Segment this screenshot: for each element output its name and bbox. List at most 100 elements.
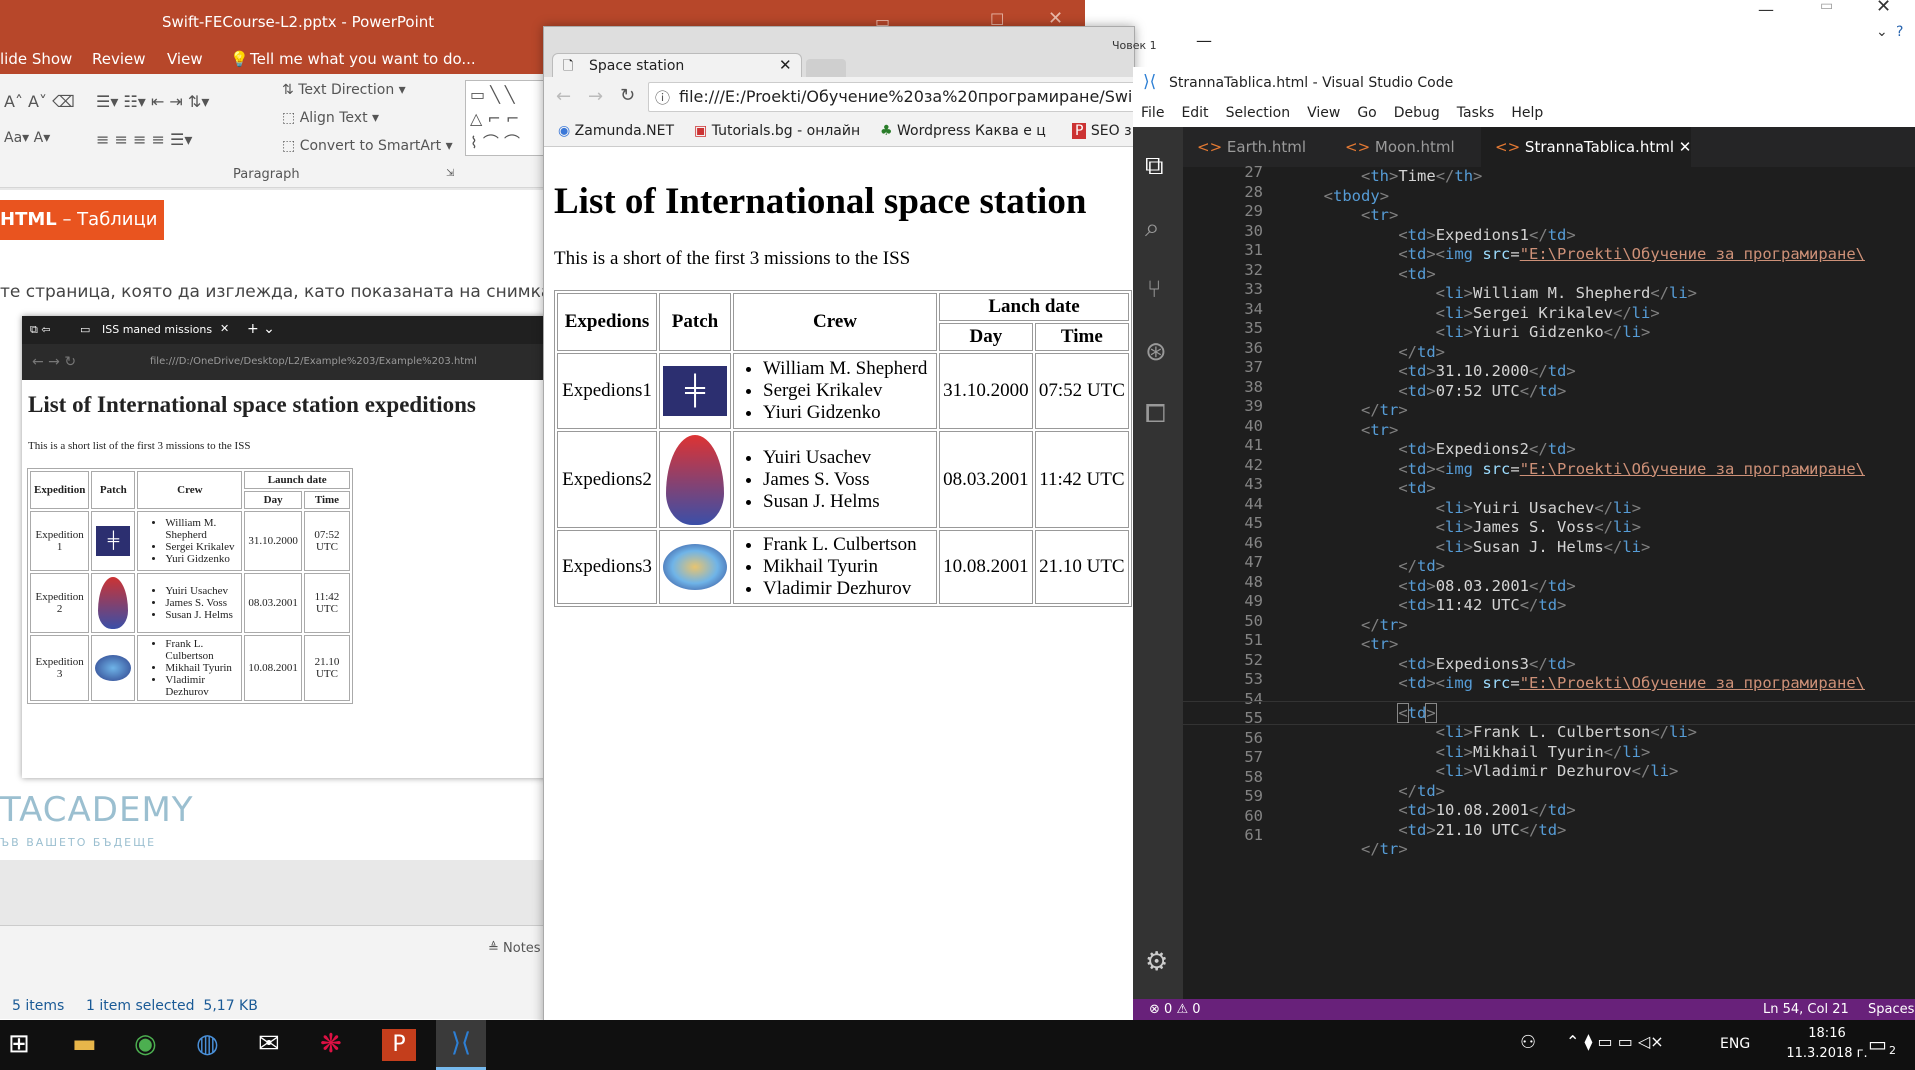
crew-member: Yiuri Gidzenko	[763, 402, 933, 424]
menu-file[interactable]: File	[1141, 105, 1164, 121]
new-tab-button[interactable]	[806, 59, 846, 77]
chevron-down-icon[interactable]: ⌄	[1876, 24, 1888, 40]
items-count: 5 items	[12, 998, 65, 1014]
cell-crew: William M. Shepherd Sergei Krikalev Yuri…	[137, 511, 243, 571]
menu-debug[interactable]: Debug	[1394, 105, 1440, 121]
table-row: Expedition 2 Yuiri Usachev James S. Voss…	[30, 573, 350, 633]
line-number: 58	[1244, 767, 1263, 786]
align-text-button[interactable]: ⬚ Align Text ▾	[282, 110, 379, 126]
tab-earth[interactable]: <> Earth.html	[1183, 127, 1331, 167]
line-number: 42	[1244, 455, 1263, 474]
inner-tab-close-icon: ✕	[220, 322, 230, 335]
gear-icon[interactable]: ⚙	[1145, 947, 1168, 977]
selection-info: 1 item selected 5,17 KB	[86, 998, 258, 1014]
profile-name[interactable]: Човек 1	[1112, 39, 1157, 52]
notes-button[interactable]: ≜ Notes	[488, 941, 541, 956]
windows-start-icon[interactable]: ⊞	[8, 1029, 42, 1061]
back-icon[interactable]: ←	[556, 86, 571, 107]
clock-time[interactable]: 18:16	[1792, 1026, 1862, 1041]
menu-help[interactable]: Help	[1511, 105, 1543, 121]
maximize-icon[interactable]: ▭	[1820, 0, 1833, 14]
bookmark-seo[interactable]: P SEO з	[1072, 123, 1132, 139]
notifications-icon[interactable]: ▭	[1868, 1032, 1887, 1056]
bullets-icon[interactable]: ☰▾ ☷▾ ⇤ ⇥ ⇅▾	[96, 92, 209, 111]
bookmarks-bar: ◉ Zamunda.NET ▣ Tutorials.bg - онлайн ♣ …	[544, 117, 1134, 147]
thunderbird-icon[interactable]: ◍	[196, 1029, 230, 1061]
page-heading: List of International space station	[554, 181, 1087, 222]
bookmark-wordpress[interactable]: ♣ Wordpress Каква е ц	[880, 123, 1046, 139]
minimize-icon[interactable]: —	[1196, 31, 1212, 50]
th-launch: Launch date	[244, 471, 350, 489]
code-text: William M. Shepherd	[1473, 284, 1651, 302]
bookmark-label: SEO з	[1090, 123, 1132, 139]
reload-icon[interactable]: ↻	[620, 85, 635, 106]
indentation[interactable]: Spaces:	[1868, 1002, 1915, 1017]
bookmark-label: Tutorials.bg - онлайн	[711, 123, 861, 139]
cell-crew: Frank L. Culbertson Mikhail Tyurin Vladi…	[137, 635, 243, 701]
line-number: 34	[1244, 299, 1263, 318]
cell-day: 08.03.2001	[939, 431, 1033, 528]
help-icon[interactable]: ?	[1896, 24, 1903, 40]
extensions-icon[interactable]: ⧠	[1145, 399, 1166, 430]
menu-go[interactable]: Go	[1357, 105, 1376, 121]
bookmark-tutorials[interactable]: ▣ Tutorials.bg - онлайн	[694, 123, 860, 139]
tab-close-icon[interactable]: ✕	[779, 56, 792, 74]
activity-bar: ⧉ ⌕ ⑂ ⊛ ⧠ ⚙	[1133, 127, 1183, 1007]
search-icon[interactable]: ⌕	[1145, 213, 1160, 244]
people-icon[interactable]: ⚇	[1520, 1032, 1536, 1053]
tab-close-icon[interactable]: ✕	[1679, 138, 1692, 156]
crew-member: Sergei Krikalev	[165, 541, 238, 553]
debug-icon[interactable]: ⊛	[1145, 337, 1167, 367]
problems-indicator[interactable]: ⊗ 0 ⚠ 0	[1149, 1002, 1201, 1017]
line-number: 33	[1244, 280, 1263, 298]
document-icon: 🗋	[563, 59, 574, 74]
close-icon[interactable]: ✕	[1876, 0, 1891, 17]
bookmark-zamunda[interactable]: ◉ Zamunda.NET	[558, 123, 674, 139]
dialog-launcher-icon[interactable]: ⇲	[446, 168, 454, 179]
th-day: Day	[939, 323, 1033, 351]
code-text: Sergei Krikalev	[1473, 303, 1613, 322]
text-direction-button[interactable]: ⇅ Text Direction ▾	[282, 82, 406, 98]
address-bar[interactable]: ⓘ file:///E:/Proekti/Обучение%20за%20про…	[648, 82, 1148, 112]
forward-icon[interactable]: →	[588, 86, 603, 107]
source-control-icon[interactable]: ⑂	[1147, 275, 1161, 303]
cursor-position[interactable]: Ln 54, Col 21	[1763, 1002, 1849, 1017]
tell-me-search[interactable]: Tell me what you want to do...	[250, 50, 476, 68]
powerpoint-icon[interactable]: P	[382, 1029, 416, 1061]
explorer-icon[interactable]: ⧉	[1145, 151, 1164, 182]
change-case-icon[interactable]: Aa▾ A▾	[4, 130, 50, 146]
url-text: file:///E:/Proekti/Обучение%20за%20прогр…	[679, 87, 1133, 106]
tab-review[interactable]: Review	[92, 50, 146, 68]
menu-edit[interactable]: Edit	[1181, 105, 1208, 121]
vscode-taskbar-icon[interactable]: ⟩⟨	[436, 1020, 486, 1070]
chrome-icon[interactable]: ◉	[134, 1029, 168, 1061]
mail-icon[interactable]: ✉	[258, 1029, 292, 1061]
file-explorer-icon[interactable]: ▬	[72, 1029, 106, 1061]
menu-tasks[interactable]: Tasks	[1457, 105, 1495, 121]
cell-expedition: Expedions3	[557, 530, 657, 604]
cell-crew: William M. Shepherd Sergei Krikalev Yiur…	[733, 353, 937, 429]
code-text: Yuiri Usachev	[1473, 498, 1595, 517]
minimize-icon[interactable]: —	[1758, 0, 1774, 19]
line-number: 39	[1244, 397, 1263, 415]
menu-selection[interactable]: Selection	[1226, 105, 1291, 121]
clock-date[interactable]: 11.3.2018 г.	[1774, 1046, 1880, 1061]
tray-icons[interactable]: ⌃ ⧫ ▭ ▭ ◁×	[1566, 1032, 1664, 1051]
tab-moon[interactable]: <> Moon.html	[1331, 127, 1481, 167]
tab-strannatablica[interactable]: <> StrannaTablica.html ✕	[1481, 127, 1691, 167]
shapes-gallery[interactable]: ▭ ╲ ╲ △ ⌐ ⌐ ⌇ ⌒ ⌒	[465, 80, 551, 156]
tab-slide-show[interactable]: lide Show	[0, 50, 72, 68]
menu-view[interactable]: View	[1307, 105, 1340, 121]
font-size-icon[interactable]: A˄ A˅ ⌫	[4, 92, 75, 111]
tab-view[interactable]: View	[167, 50, 203, 68]
bookmark-label: Wordpress Каква е ц	[897, 123, 1046, 139]
info-icon[interactable]: ⓘ	[655, 87, 670, 108]
align-icons[interactable]: ≡ ≡ ≡ ≡ ☰▾	[96, 130, 192, 149]
code-editor[interactable]: 27 28 29 30 31 32 33 34 35 36 37 38 39 40 41 42 43 44 45 46…	[1183, 163, 1915, 1007]
app-icon[interactable]: ❋	[320, 1029, 354, 1061]
tab-space-station[interactable]: 🗋 Space station ✕	[552, 53, 802, 77]
line-number: 52	[1244, 650, 1263, 669]
th-crew: Crew	[137, 471, 243, 509]
language-indicator[interactable]: ENG	[1720, 1036, 1750, 1052]
convert-smartart-button[interactable]: ⬚ Convert to SmartArt ▾	[282, 138, 453, 154]
